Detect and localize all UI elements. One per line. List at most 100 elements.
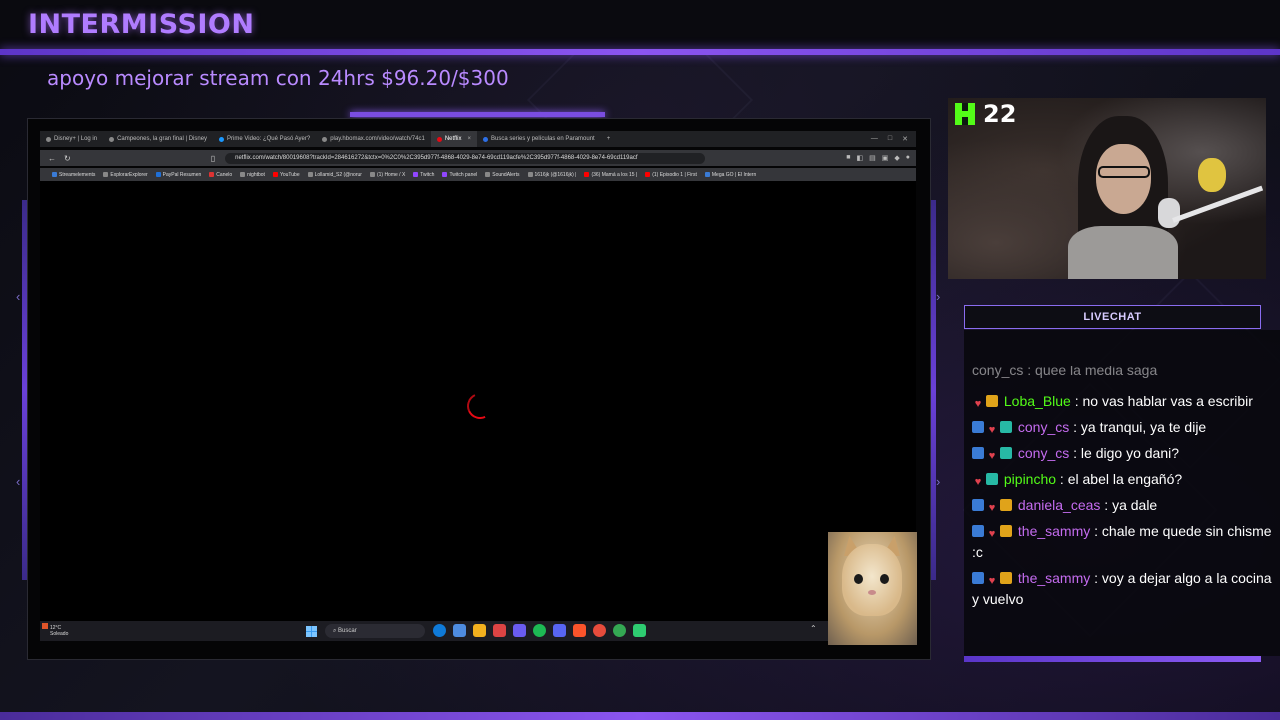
bookmark-item[interactable]: PayPal Resumen [155,171,202,178]
favicon-icon [307,172,313,177]
extension-icon[interactable]: ▣ [882,154,889,162]
chat-header: LIVECHAT [964,305,1261,329]
browser-tab[interactable]: play.hbomax.com/video/watch/74c1 [316,131,431,147]
close-window-icon[interactable]: ✕ [902,135,908,143]
bookmark-label: 1616jk (@1616jk) | [534,171,577,178]
browser-tab[interactable]: Campeones, la gran final | Disney [103,131,213,147]
bookmark-item[interactable]: SoundAlerts [485,172,520,178]
tab-label: Busca series y películas en Paramount [491,136,595,142]
bookmark-label: (1) Episodio 1 | First [652,171,697,178]
windows-start-icon[interactable] [306,626,317,637]
favicon-icon [209,172,215,177]
chat-username[interactable]: the_sammy [1018,523,1090,539]
right-accent-bar [931,200,936,580]
favicon-icon [109,136,115,142]
microphone [1158,198,1180,228]
face [1096,144,1151,214]
streamer [1068,116,1178,279]
chrome-icon[interactable] [593,624,606,637]
weather-widget[interactable]: 12°C Soleado [42,623,92,637]
app-icon[interactable] [453,624,466,637]
discord-icon[interactable] [553,624,566,637]
cube-badge-icon [1000,421,1012,433]
chat-username[interactable]: daniela_ceas [1018,497,1101,513]
spotify-icon[interactable] [533,624,546,637]
close-tab-icon[interactable]: × [467,131,471,147]
chevron-right-icon: › [936,474,941,489]
cat-eye [880,574,889,584]
twitch-icon [413,172,419,177]
brave-icon[interactable] [573,624,586,637]
bookmark-icon[interactable]: ▯ [211,154,215,163]
chat-bottom-accent [964,656,1261,662]
chat-username[interactable]: the_sammy [1018,570,1090,586]
bookmark-item[interactable]: YouTube [272,171,300,178]
reload-icon[interactable]: ↻ [64,154,71,163]
bookmark-label: PayPal Resumen [162,171,202,178]
browser-tab[interactable]: Disney+ | Log in [40,131,103,147]
bookmark-item[interactable]: Lollamid_S2 (@norur [307,171,362,178]
bookmark-item[interactable]: Canelo [209,172,232,178]
app-icon[interactable] [513,624,526,637]
heart-badge-icon: ♥ [988,575,996,587]
extension-icon[interactable]: ◆ [894,154,899,162]
chat-username[interactable]: cony_cs [1018,445,1069,461]
maximize-icon[interactable]: □ [888,135,892,143]
extension-icon[interactable]: ■ [846,154,850,162]
file-explorer-icon[interactable] [473,624,486,637]
bookmark-item[interactable]: (1) Episodio 1 | First [645,172,697,178]
chat-username[interactable]: cony_cs [1018,419,1069,435]
bookmark-label: Lollamid_S2 (@norur [314,171,362,178]
windows-taskbar: 12°C Soleado ⌕ Buscar ⌃ [40,621,916,641]
chat-message: ♥ Loba_Blue : no vas hablar vas a escrib… [972,391,1280,412]
edge-icon[interactable] [433,624,446,637]
bookmark-item[interactable]: Mega GO | El Intern [704,172,756,178]
bookmark-item[interactable]: Twitch [413,172,434,178]
tab-label: Campeones, la gran final | Disney [117,136,208,142]
browser-tab[interactable]: Busca series y películas en Paramount [477,131,601,147]
bookmark-item[interactable]: nightbot [240,172,265,178]
crown-badge-icon [1000,572,1012,584]
crown-badge-icon [986,395,998,407]
heart-badge-icon: ♥ [974,476,982,488]
chat-message: ♥ pipincho : el abel la engañó? [972,469,1280,490]
app-icon[interactable] [493,624,506,637]
stream-title: INTERMISSION [28,9,255,40]
extension-icon[interactable]: ● [906,154,910,162]
taskbar-search[interactable]: ⌕ Buscar [325,624,425,638]
chat-text: le digo yo dani? [1080,445,1179,461]
chat-username[interactable]: Loba_Blue [1004,393,1071,409]
new-tab-button[interactable]: + [601,131,617,147]
chat-message: ♥ cony_cs : le digo yo dani? [972,443,1280,464]
bookmark-item[interactable]: (1) Home / X [369,172,405,178]
share-badge-icon [972,572,984,584]
share-badge-icon [972,421,984,433]
bookmark-item[interactable]: Streamelements [52,172,95,178]
bookmark-item[interactable]: 1616jk (@1616jk) | [527,171,577,178]
url-field[interactable]: netflix.com/watch/80019608?trackId=28461… [225,152,706,164]
top-accent-line [0,49,1280,55]
favicon-icon [704,172,710,177]
bookmark-label: YouTube [279,171,300,178]
bookmark-item[interactable]: (36) Mamá a los 15 | [584,172,637,178]
bookmark-label: Twitch [420,171,435,178]
bookmark-item[interactable]: Twitch panel [442,172,477,178]
tab-label: play.hbomax.com/video/watch/74c1 [330,136,425,142]
extension-icon[interactable]: ▤ [869,154,876,162]
bookmark-item[interactable]: ExplorarExplorer [103,172,148,178]
extension-icon[interactable]: ◧ [857,154,864,162]
viewer-counter: 22 [955,100,1016,128]
browser-tab-active[interactable]: Netflix × [430,131,477,147]
chrome-icon[interactable] [613,624,626,637]
cat-nose [868,590,876,595]
bookmarks-bar: Streamelements ExplorarExplorer PayPal R… [40,168,916,181]
plush-toy [1198,158,1226,192]
browser-tab[interactable]: Prime Video: ¿Qué Pasó Ayer? [213,131,316,147]
app-icon[interactable] [633,624,646,637]
chat-username[interactable]: pipincho [1004,471,1056,487]
share-badge-icon [972,525,984,537]
back-icon[interactable]: ← [48,154,56,163]
minimize-icon[interactable]: — [871,135,878,143]
support-goal-text: apoyo mejorar stream con 24hrs $96.20/$3… [47,66,509,90]
tray-expand-icon[interactable]: ⌃ [810,624,817,633]
